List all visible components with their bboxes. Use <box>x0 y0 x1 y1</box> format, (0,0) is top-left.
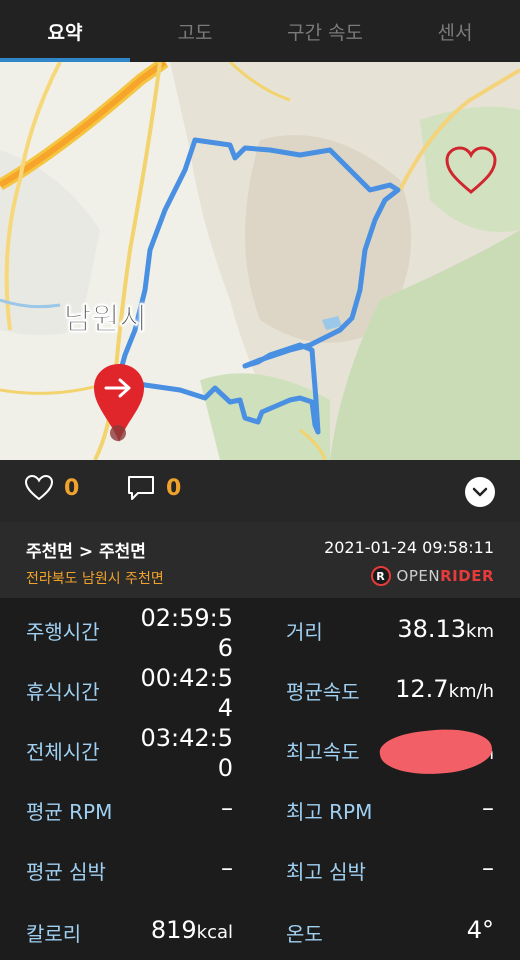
avg-speed-value: 12.7km/h <box>395 675 494 703</box>
ride-location: 전라북도 남원시 주천면 <box>26 571 164 587</box>
rest-time-value: 00:42:5 4 <box>140 664 233 722</box>
tab-sensor[interactable]: 센서 <box>390 0 520 62</box>
avg-rpm-label: 평균 RPM <box>26 800 113 824</box>
avg-speed-label: 평균속도 <box>286 680 360 704</box>
temperature-value: 4° <box>466 916 494 944</box>
max-heart-rate-label: 최고 심박 <box>286 860 366 884</box>
distance-label: 거리 <box>286 620 323 644</box>
max-speed-label: 최고속도 <box>286 740 360 764</box>
openrider-logo-icon: R <box>370 566 391 586</box>
brand-rider-text: RIDER <box>440 567 494 585</box>
distance-value: 38.13km <box>397 615 494 643</box>
max-rpm-value: – <box>482 794 494 822</box>
rest-time-label: 휴식시간 <box>26 680 100 704</box>
max-rpm-label: 최고 RPM <box>286 800 373 824</box>
route-title: 주천면 > 주천면 <box>26 542 146 562</box>
heart-outline-icon <box>24 474 54 501</box>
map-canvas <box>0 62 520 460</box>
avg-heart-rate-value: – <box>221 854 233 882</box>
like-button[interactable]: 0 <box>24 474 79 502</box>
start-location-marker-icon <box>92 362 146 446</box>
comment-count: 0 <box>166 475 182 501</box>
social-bar: 0 0 <box>0 460 520 522</box>
tab-segment-speed[interactable]: 구간 속도 <box>260 0 390 62</box>
like-count: 0 <box>64 475 80 501</box>
openrider-brand: R OPEN RIDER <box>370 566 494 586</box>
comment-bubble-icon <box>128 476 154 500</box>
calories-label: 칼로리 <box>26 922 82 946</box>
ride-stats <box>0 598 520 960</box>
ride-datetime: 2021-01-24 09:58:11 <box>324 538 494 557</box>
avg-heart-rate-label: 평균 심박 <box>26 860 106 884</box>
tab-summary[interactable]: 요약 <box>0 0 130 62</box>
moving-time-label: 주행시간 <box>26 620 100 644</box>
comment-button[interactable]: 0 <box>126 474 181 502</box>
tab-bar: 요약 고도 구간 속도 센서 <box>0 0 520 62</box>
tab-elevation[interactable]: 고도 <box>130 0 260 62</box>
max-heart-rate-value: – <box>482 854 494 882</box>
route-map[interactable]: 남원시 지리 Google <box>0 62 520 460</box>
ride-info: 주천면 > 주천면 전라북도 남원시 주천면 2021-01-24 09:58:… <box>0 522 520 598</box>
map-city-label: 남원시 <box>64 302 147 338</box>
moving-time-value: 02:59:5 6 <box>140 604 233 662</box>
favorite-heart-icon[interactable] <box>444 146 498 196</box>
temperature-label: 온도 <box>286 922 323 946</box>
calories-value: 819kcal <box>150 916 233 944</box>
total-time-label: 전체시간 <box>26 740 100 764</box>
total-time-value: 03:42:5 0 <box>140 724 233 782</box>
avg-rpm-value: – <box>221 794 233 822</box>
expand-chevron-down-icon[interactable] <box>465 477 495 507</box>
brand-open-text: OPEN <box>396 567 441 585</box>
